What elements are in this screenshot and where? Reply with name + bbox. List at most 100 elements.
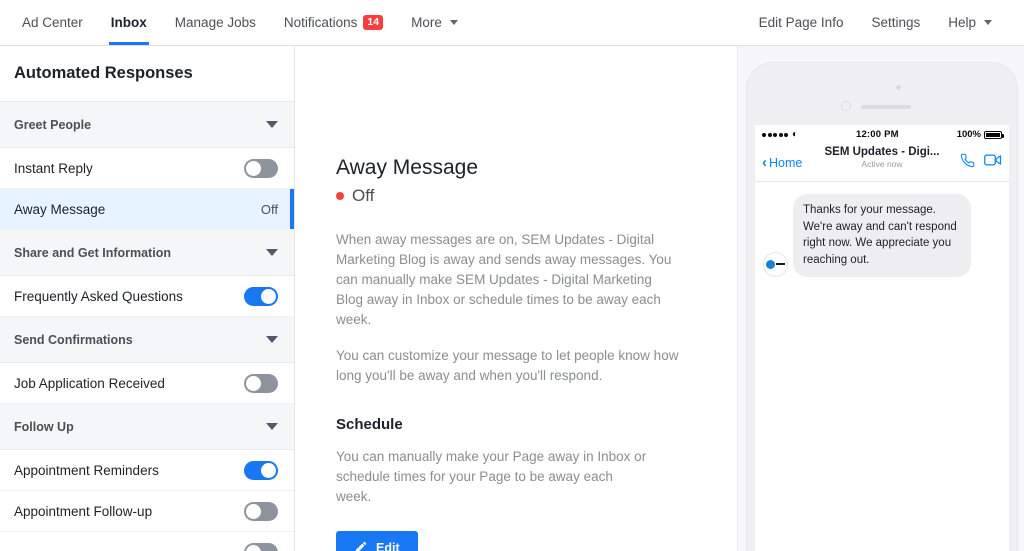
avatar-logo-bar (776, 262, 785, 266)
toggle-knob (246, 375, 261, 391)
schedule-description: You can manually make your Page away in … (336, 448, 647, 504)
toggle-knob (246, 160, 261, 176)
status-dot-icon (336, 192, 344, 200)
avatar (763, 251, 788, 277)
chevron-left-icon: ‹ (762, 154, 767, 171)
sidebar-item-appointment-follow-up[interactable]: Appointment Follow-up (0, 491, 294, 532)
toggle-knob (246, 544, 261, 551)
battery-group: 100% (956, 129, 1004, 140)
toggle-knob (261, 462, 276, 478)
sidebar-item-job-application-received[interactable]: Job Application Received (0, 363, 294, 404)
automated-responses-sidebar[interactable]: Automated Responses Greet People Instant … (0, 46, 295, 551)
sidebar-title: Automated Responses (0, 46, 294, 102)
nav-item-label: Manage Jobs (174, 15, 256, 30)
sidebar-section-share-and-get-information[interactable]: Share and Get Information (0, 230, 294, 276)
top-navigation-bar: Ad Center Inbox Manage Jobs Notifications 14… (0, 0, 1024, 46)
video-call-icon[interactable] (984, 153, 1002, 172)
sidebar-item-away-message[interactable]: Away Message Off (0, 189, 294, 230)
chat-action-group (960, 153, 1002, 173)
wifi-icon: ◐ (792, 128, 799, 140)
sidebar-item-label: Appointment Follow-up (14, 503, 153, 519)
sidebar-item-state: Off (260, 201, 278, 217)
toggle-switch[interactable] (244, 373, 278, 393)
sidebar-section-send-confirmations[interactable]: Send Confirmations (0, 317, 294, 363)
phone-camera-icon (896, 85, 901, 90)
top-nav-left-group: Ad Center Inbox Manage Jobs Notifications 14… (0, 0, 472, 45)
nav-item-label: More (411, 15, 442, 30)
sidebar-item-label: Instant Reply (14, 160, 93, 176)
battery-percent-label: 100% (956, 129, 981, 140)
page-title: Away Message (336, 156, 479, 179)
chat-message-area: Thanks for your message. We're away and … (755, 182, 1009, 277)
toggle-switch[interactable] (244, 286, 278, 306)
avatar-logo-icon (766, 259, 775, 269)
chevron-down-icon (266, 249, 278, 256)
toggle-knob (261, 288, 276, 304)
signal-strength-icon (762, 132, 788, 137)
sidebar-item-label: Frequently Asked Questions (14, 288, 183, 304)
chevron-down-icon (266, 336, 278, 343)
sidebar-item-appointment-reminders[interactable]: Appointment Reminders (0, 450, 294, 491)
nav-item-manage-jobs[interactable]: Manage Jobs (161, 0, 270, 45)
nav-item-edit-page-info[interactable]: Edit Page Info (745, 0, 858, 45)
chevron-down-icon (984, 20, 992, 25)
sidebar-section-label: Share and Get Information (14, 245, 171, 260)
nav-item-notifications[interactable]: Notifications 14 (270, 0, 397, 45)
nav-item-help[interactable]: Help (934, 0, 1006, 45)
sidebar-section-label: Greet People (14, 117, 92, 132)
phone-screen: ◐ 12:00 PM 100% ‹ Home SEM Updates - Dig… (755, 125, 1009, 551)
phone-status-bar: ◐ 12:00 PM 100% (755, 125, 1009, 144)
description-paragraph-1: When away messages are on, SEM Updates -… (336, 232, 672, 327)
sidebar-section-label: Send Confirmations (14, 332, 133, 347)
nav-item-settings[interactable]: Settings (857, 0, 934, 45)
sidebar-item-label: Job Application Received (14, 375, 165, 391)
sidebar-list: Greet People Instant Reply Away Message Off… (0, 102, 294, 551)
chat-header: ‹ Home SEM Updates - Digi... Active now (755, 144, 1009, 182)
chevron-down-icon (266, 423, 278, 430)
nav-item-label: Edit Page Info (758, 15, 844, 30)
nav-item-label: Settings (871, 15, 921, 30)
phone-speaker-icon (861, 105, 911, 109)
schedule-heading: Schedule (336, 415, 403, 433)
edit-button[interactable]: Edit (336, 530, 418, 551)
toggle-switch[interactable] (244, 542, 278, 551)
phone-sensor-icon (841, 101, 851, 111)
sidebar-item-frequently-asked-questions[interactable]: Frequently Asked Questions (0, 276, 294, 317)
nav-item-label: Notifications (283, 15, 358, 30)
pencil-icon (354, 540, 368, 551)
notification-count-badge: 14 (363, 14, 384, 31)
sidebar-item-label: Away Message (14, 201, 106, 217)
edit-button-label: Edit (376, 541, 400, 551)
status-label: Off (352, 186, 375, 205)
sidebar-item-label: Appointment Reminders (14, 462, 159, 478)
toggle-switch[interactable] (244, 158, 278, 178)
phone-mockup: ◐ 12:00 PM 100% ‹ Home SEM Updates - Dig… (747, 63, 1017, 551)
back-to-home-button[interactable]: ‹ Home (762, 155, 802, 170)
top-nav-right-group: Edit Page Info Settings Help (745, 0, 1024, 45)
nav-item-inbox[interactable]: Inbox (97, 0, 161, 45)
status-bar-time: 12:00 PM (855, 129, 899, 140)
preview-panel: ◐ 12:00 PM 100% ‹ Home SEM Updates - Dig… (737, 46, 1024, 551)
sidebar-section-greet-people[interactable]: Greet People (0, 102, 294, 148)
chevron-down-icon (266, 121, 278, 128)
battery-icon (984, 130, 1004, 139)
away-message-detail-panel: Away Message Off When away messages are … (296, 46, 736, 551)
sidebar-section-follow-up[interactable]: Follow Up (0, 404, 294, 450)
status-badge: Off (336, 186, 736, 206)
phone-call-icon[interactable] (960, 153, 975, 173)
sidebar-item-row-10[interactable] (0, 532, 294, 551)
toggle-knob (246, 503, 261, 519)
toggle-switch[interactable] (244, 460, 278, 480)
nav-item-more[interactable]: More (397, 0, 472, 45)
sidebar-item-instant-reply[interactable]: Instant Reply (0, 148, 294, 189)
description-paragraph-2: You can customize your message to let pe… (336, 347, 679, 383)
toggle-switch[interactable] (244, 501, 278, 521)
back-label: Home (769, 155, 803, 170)
nav-item-label: Ad Center (22, 15, 83, 30)
chevron-down-icon (449, 20, 458, 25)
nav-item-label: Inbox (110, 15, 147, 30)
away-message-bubble: Thanks for your message. We're away and … (793, 194, 971, 277)
sidebar-section-label: Follow Up (14, 419, 74, 434)
nav-item-label: Help (948, 15, 976, 30)
nav-item-ad-center[interactable]: Ad Center (8, 0, 97, 45)
